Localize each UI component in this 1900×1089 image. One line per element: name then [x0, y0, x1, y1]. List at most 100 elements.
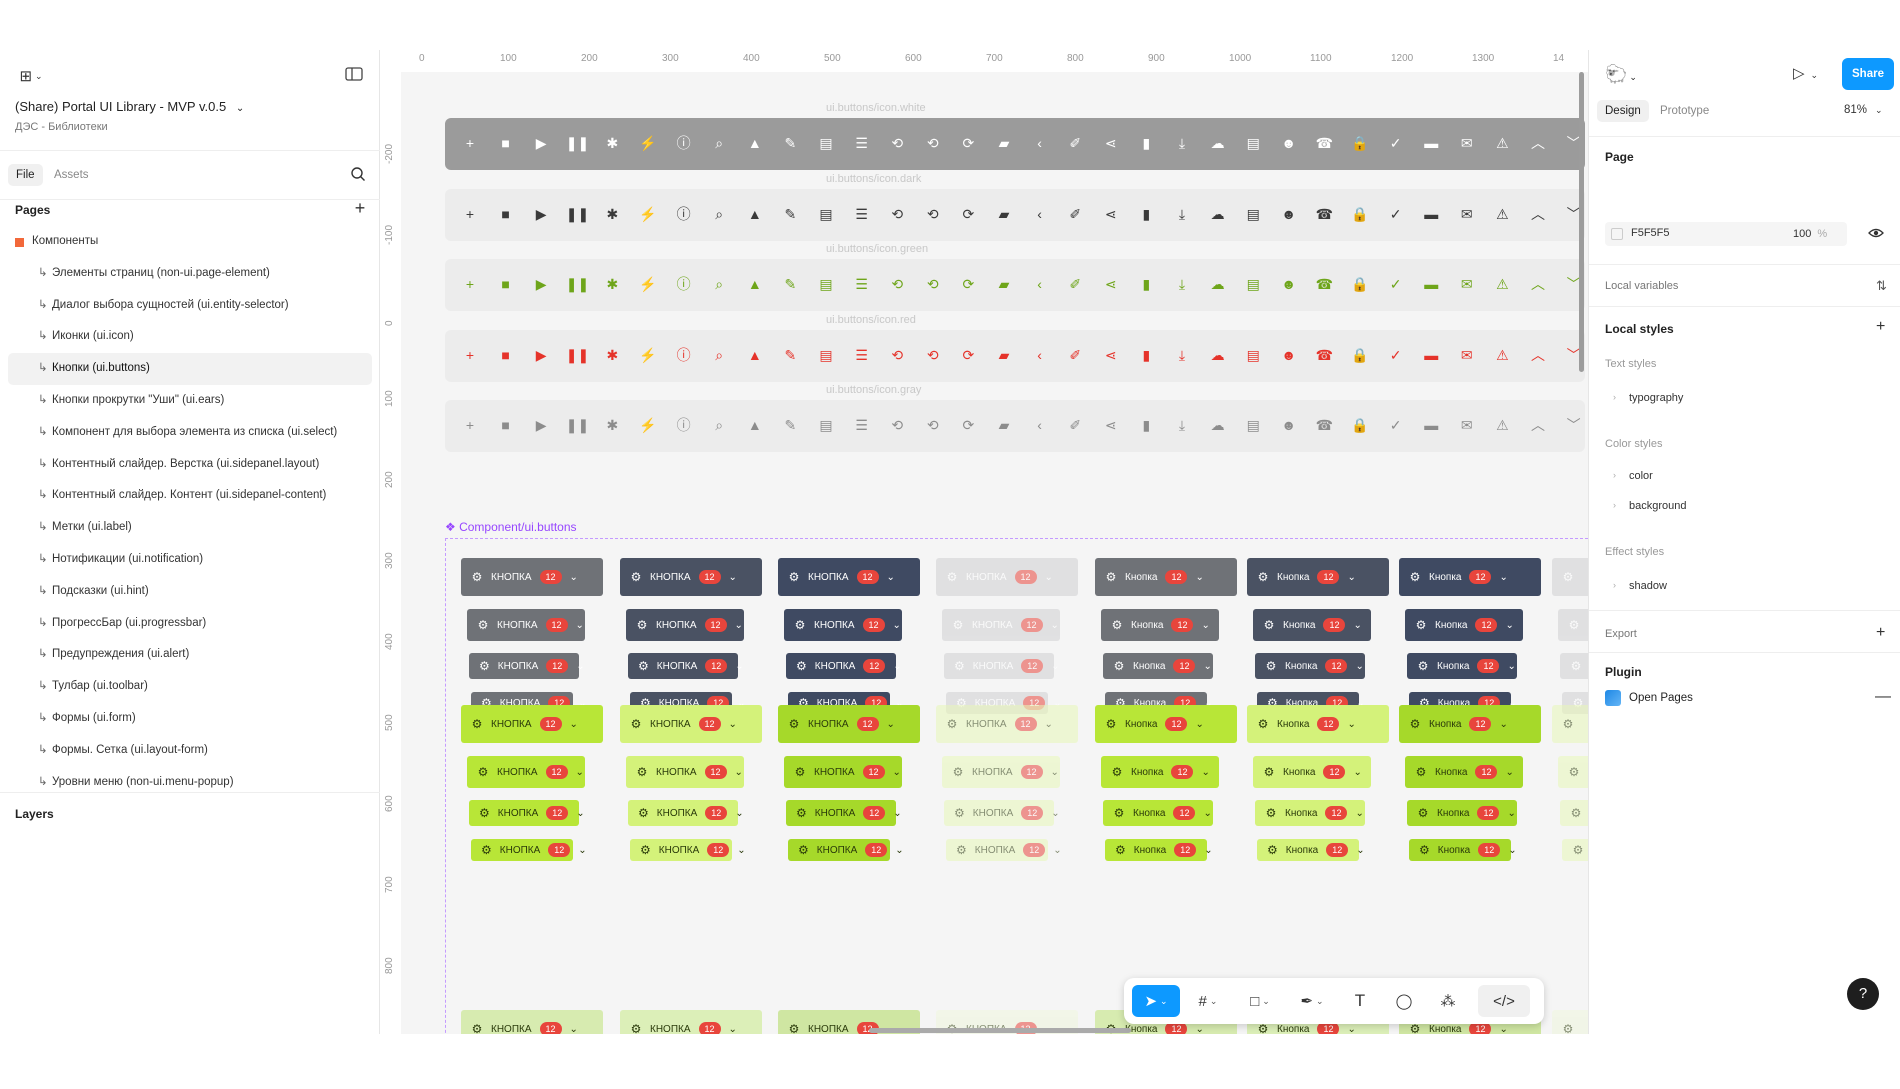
page-item[interactable]: ↳ Кнопки (ui.buttons)	[8, 353, 372, 385]
component-button-instance[interactable]: ⚙ Кнопка 12 ⌄	[1257, 839, 1365, 861]
component-button-instance[interactable]: ⚙	[1552, 558, 1588, 596]
button-glyph-icon[interactable]: ▤	[815, 132, 837, 154]
button-glyph-icon[interactable]: ⋖	[1100, 132, 1122, 154]
component-button-instance[interactable]: ⚙ КНОПКА 12 ⌄	[469, 653, 585, 679]
button-glyph-icon[interactable]: ⟳	[957, 414, 979, 436]
button-glyph-icon[interactable]: ︿	[1527, 344, 1549, 366]
chevron-down-icon[interactable]: ⌄	[1210, 996, 1218, 1007]
button-glyph-icon[interactable]: ▬	[1420, 414, 1442, 436]
button-glyph-icon[interactable]: ▬	[1420, 132, 1442, 154]
button-glyph-icon[interactable]: ▰	[993, 273, 1015, 295]
rectangle-tool[interactable]: □ ⌄	[1236, 985, 1284, 1017]
button-glyph-icon[interactable]: ✐	[1064, 273, 1086, 295]
button-glyph-icon[interactable]: ⌕	[708, 344, 730, 366]
button-glyph-icon[interactable]: ⚠	[1491, 273, 1513, 295]
button-glyph-icon[interactable]: ☰	[851, 273, 873, 295]
button-glyph-icon[interactable]: ✓	[1385, 132, 1407, 154]
vertical-scrollbar[interactable]	[1579, 72, 1584, 372]
frame-label[interactable]: ui.buttons/icon.white	[826, 102, 926, 114]
button-glyph-icon[interactable]: ❚❚	[566, 273, 589, 295]
component-button-instance[interactable]: ⚙ Кнопка 12 ⌄	[1103, 800, 1213, 826]
button-glyph-icon[interactable]: ✐	[1064, 344, 1086, 366]
button-glyph-icon[interactable]: ▰	[993, 203, 1015, 225]
frame-label[interactable]: ui.buttons/icon.red	[826, 314, 916, 326]
button-glyph-icon[interactable]: ▬	[1420, 273, 1442, 295]
button-glyph-icon[interactable]: ⟳	[957, 273, 979, 295]
chevron-down-icon[interactable]: ⌄	[1262, 996, 1270, 1007]
component-button-instance[interactable]: ⚙ КНОПКА 12 ⌄	[626, 756, 744, 788]
button-glyph-icon[interactable]: ▲	[744, 414, 766, 436]
button-glyph-icon[interactable]: ▲	[744, 344, 766, 366]
component-button-instance[interactable]: ⚙ КНОПКА 12 ⌄	[620, 1010, 762, 1034]
component-button-instance[interactable]: ⚙ КНОПКА 12 ⌄	[944, 800, 1060, 826]
button-glyph-icon[interactable]: +	[459, 132, 481, 154]
button-glyph-icon[interactable]: ▬	[1420, 203, 1442, 225]
button-glyph-icon[interactable]: ✎	[779, 203, 801, 225]
avatar[interactable]: 🐑 ⌄	[1605, 64, 1641, 86]
component-button-instance[interactable]: ⚙	[1552, 705, 1588, 743]
style-typography[interactable]: › typography	[1613, 392, 1683, 404]
button-glyph-icon[interactable]: +	[459, 344, 481, 366]
button-glyph-icon[interactable]: +	[459, 273, 481, 295]
component-button-instance[interactable]: ⚙ Кнопка 12 ⌄	[1105, 839, 1213, 861]
horizontal-scrollbar[interactable]	[869, 1028, 1131, 1033]
component-button-instance[interactable]: ⚙ Кнопка 12 ⌄	[1253, 609, 1371, 641]
button-glyph-icon[interactable]: ⋖	[1100, 414, 1122, 436]
component-button-instance[interactable]: ⚙ КНОПКА 12 ⌄	[620, 558, 762, 596]
button-glyph-icon[interactable]: ✉	[1456, 273, 1478, 295]
page-item[interactable]: Компоненты	[0, 226, 380, 258]
component-button-instance[interactable]: ⚙ КНОПКА 12 ⌄	[467, 609, 585, 641]
button-glyph-icon[interactable]: ▤	[815, 273, 837, 295]
button-glyph-icon[interactable]: ☎	[1313, 344, 1335, 366]
button-glyph-icon[interactable]: ☰	[851, 203, 873, 225]
button-glyph-icon[interactable]: ✐	[1064, 203, 1086, 225]
button-glyph-icon[interactable]: ⌕	[708, 132, 730, 154]
component-button-instance[interactable]: ⚙ КНОПКА 12 ⌄	[936, 705, 1078, 743]
button-glyph-icon[interactable]: ⓘ	[673, 344, 695, 366]
button-glyph-icon[interactable]: ✎	[779, 273, 801, 295]
page-item[interactable]: ↳ Иконки (ui.icon)	[0, 321, 380, 353]
button-glyph-icon[interactable]: ☻	[1278, 203, 1300, 225]
main-menu-icon[interactable]: ⊞ ⌄	[15, 66, 47, 86]
add-style-icon[interactable]: +	[1876, 318, 1885, 336]
button-glyph-icon[interactable]: ✐	[1064, 414, 1086, 436]
component-button-instance[interactable]: ⚙ КНОПКА 12 ⌄	[461, 558, 603, 596]
component-button-instance[interactable]: ⚙	[1560, 653, 1588, 679]
button-glyph-icon[interactable]: ▤	[1242, 344, 1264, 366]
button-glyph-icon[interactable]: ☎	[1313, 414, 1335, 436]
component-button-instance[interactable]: ⚙ КНОПКА 12 ⌄	[467, 756, 585, 788]
component-button-instance[interactable]: ⚙ КНОПКА 12 ⌄	[786, 653, 902, 679]
button-glyph-icon[interactable]: ‹	[1029, 344, 1051, 366]
button-glyph-icon[interactable]: ☁	[1207, 344, 1229, 366]
button-glyph-icon[interactable]: ⋖	[1100, 344, 1122, 366]
component-button-instance[interactable]: ⚙ Кнопка 12 ⌄	[1103, 653, 1213, 679]
page-item[interactable]: ↳ ПрогрессБар (ui.progressbar)	[0, 608, 380, 640]
page-item[interactable]: ↳ Тулбар (ui.toolbar)	[0, 671, 380, 703]
button-glyph-icon[interactable]: 🔒	[1349, 344, 1371, 366]
button-glyph-icon[interactable]: ⓘ	[673, 414, 695, 436]
toggle-sidebar-icon[interactable]	[345, 66, 365, 86]
page-item[interactable]: ↳ Нотификации (ui.notification)	[0, 544, 380, 576]
page-item[interactable]: ↳ Формы. Сетка (ui.layout-form)	[0, 735, 380, 767]
component-button-instance[interactable]: ⚙ КНОПКА 12 ⌄	[944, 653, 1060, 679]
chevron-down-icon[interactable]: ⌄	[1316, 996, 1324, 1007]
component-button-instance[interactable]: ⚙ Кнопка 12 ⌄	[1405, 756, 1523, 788]
tab-file[interactable]: File	[8, 164, 43, 186]
text-tool[interactable]: T	[1340, 985, 1380, 1017]
button-glyph-icon[interactable]: ⟲	[922, 414, 944, 436]
component-button-instance[interactable]: ⚙ КНОПКА 12 ⌄	[942, 609, 1060, 641]
pen-tool[interactable]: ✒ ⌄	[1288, 985, 1336, 1017]
button-glyph-icon[interactable]: ✉	[1456, 344, 1478, 366]
present-icon[interactable]: ▷ ⌄	[1793, 64, 1829, 86]
color-swatch[interactable]	[1611, 228, 1623, 240]
button-glyph-icon[interactable]: 🔒	[1349, 203, 1371, 225]
button-glyph-icon[interactable]: ‹	[1029, 414, 1051, 436]
page-item[interactable]: ↳ Метки (ui.label)	[0, 512, 380, 544]
button-glyph-icon[interactable]: ▲	[744, 273, 766, 295]
button-glyph-icon[interactable]: ▮	[1135, 203, 1157, 225]
button-glyph-icon[interactable]: ︿	[1527, 132, 1549, 154]
button-glyph-icon[interactable]: ✱	[601, 273, 623, 295]
button-glyph-icon[interactable]: +	[459, 203, 481, 225]
button-glyph-icon[interactable]: ⓘ	[673, 132, 695, 154]
component-button-instance[interactable]: ⚙ Кнопка 12 ⌄	[1399, 705, 1541, 743]
